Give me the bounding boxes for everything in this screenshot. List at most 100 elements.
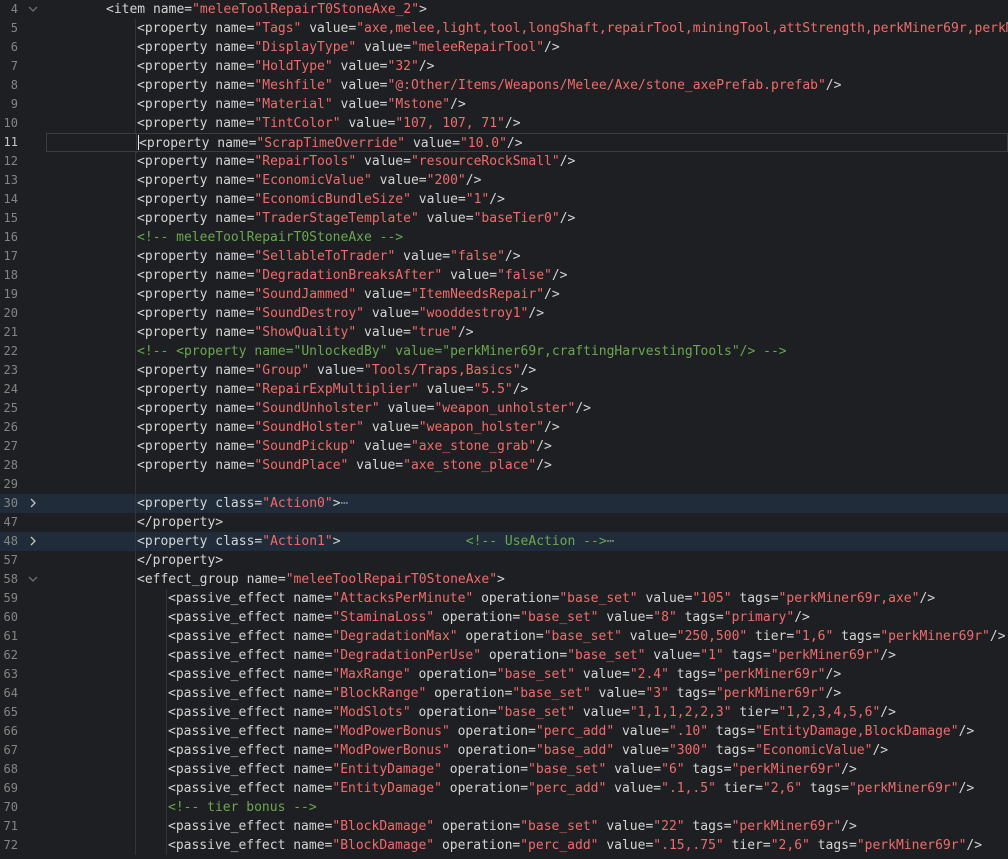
code-line[interactable]: 67 <passive_effect name="ModPowerBonus" o… — [0, 741, 1008, 760]
code-line[interactable]: 57 </property> — [0, 551, 1008, 570]
code-area[interactable] — [46, 475, 1008, 494]
code-area[interactable]: <property name="Group" value="Tools/Trap… — [46, 361, 1008, 380]
code-area[interactable]: <passive_effect name="EntityDamage" oper… — [46, 779, 1008, 798]
xml-string-token: "base_set" — [543, 629, 622, 644]
code-line[interactable]: 6 <property name="DisplayType" value="mel… — [0, 38, 1008, 57]
code-line[interactable]: 29 — [0, 475, 1008, 494]
code-line[interactable]: 59 <passive_effect name="AttacksPerMinute… — [0, 589, 1008, 608]
code-area[interactable]: <passive_effect name="MaxRange" operatio… — [46, 665, 1008, 684]
code-area[interactable]: <passive_effect name="ModPowerBonus" ope… — [46, 722, 1008, 741]
code-line[interactable]: 47 </property> — [0, 513, 1008, 532]
code-area[interactable]: <property name="SoundPlace" value="axe_s… — [46, 456, 1008, 475]
code-area[interactable]: </property> — [46, 513, 1008, 532]
code-line[interactable]: 27 <property name="SoundPickup" value="ax… — [0, 437, 1008, 456]
code-line[interactable]: 66 <passive_effect name="ModPowerBonus" o… — [0, 722, 1008, 741]
code-line[interactable]: 71 <passive_effect name="BlockDamage" ope… — [0, 817, 1008, 836]
code-line[interactable]: 24 <property name="RepairExpMultiplier" v… — [0, 380, 1008, 399]
code-area[interactable]: <property name="ScrapTimeOverride" value… — [46, 133, 1008, 153]
code-area[interactable]: <property name="Meshfile" value="@:Other… — [46, 76, 1008, 95]
code-line[interactable]: 12 <property name="RepairTools" value="re… — [0, 152, 1008, 171]
code-area[interactable]: <property name="DisplayType" value="mele… — [46, 38, 1008, 57]
code-line[interactable]: 21 <property name="ShowQuality" value="tr… — [0, 323, 1008, 342]
code-line[interactable]: 60 <passive_effect name="StaminaLoss" ope… — [0, 608, 1008, 627]
code-line[interactable]: 28 <property name="SoundPlace" value="axe… — [0, 456, 1008, 475]
code-area[interactable]: <property name="TintColor" value="107, 1… — [46, 114, 1008, 133]
line-number: 11 — [3, 135, 18, 149]
code-line[interactable]: 25 <property name="SoundUnholster" value=… — [0, 399, 1008, 418]
code-line[interactable]: 9 <property name="Material" value="Mstone… — [0, 95, 1008, 114]
code-area[interactable]: <property name="SoundPickup" value="axe_… — [46, 437, 1008, 456]
code-line[interactable]: 15 <property name="TraderStageTemplate" v… — [0, 209, 1008, 228]
code-area[interactable]: <passive_effect name="BlockDamage" opera… — [46, 817, 1008, 836]
fold-chevron-down-icon[interactable] — [26, 570, 40, 589]
code-area[interactable]: <property name="SoundHolster" value="wea… — [46, 418, 1008, 437]
code-area[interactable]: <passive_effect name="EntityDamage" oper… — [46, 760, 1008, 779]
xml-string-token: "base_set" — [520, 610, 599, 625]
code-line[interactable]: 26 <property name="SoundHolster" value="w… — [0, 418, 1008, 437]
code-line[interactable]: 72 <passive_effect name="BlockDamage" ope… — [0, 836, 1008, 855]
code-area[interactable]: <property class="Action0">⋯ — [46, 494, 1008, 513]
code-line[interactable]: 22 <!-- <property name="UnlockedBy" value… — [0, 342, 1008, 361]
code-area[interactable]: <passive_effect name="ModPowerBonus" ope… — [46, 741, 1008, 760]
fold-ellipsis-icon[interactable]: ⋯ — [341, 496, 349, 511]
code-area[interactable]: <property name="SoundUnholster" value="w… — [46, 399, 1008, 418]
code-editor[interactable]: 4 <item name="meleeToolRepairT0StoneAxe_2… — [0, 0, 1008, 859]
code-line[interactable]: 16 <!-- meleeToolRepairT0StoneAxe --> — [0, 228, 1008, 247]
code-area[interactable]: <property name="Tags" value="axe,melee,l… — [46, 19, 1008, 38]
code-line[interactable]: 65 <passive_effect name="ModSlots" operat… — [0, 703, 1008, 722]
code-area[interactable]: <passive_effect name="BlockRange" operat… — [46, 684, 1008, 703]
code-area[interactable]: <property name="SellableToTrader" value=… — [46, 247, 1008, 266]
code-area[interactable]: <property name="DegradationBreaksAfter" … — [46, 266, 1008, 285]
code-area[interactable]: <passive_effect name="DegradationMax" op… — [46, 627, 1008, 646]
code-line[interactable]: 7 <property name="HoldType" value="32"/> — [0, 57, 1008, 76]
code-line[interactable]: 5 <property name="Tags" value="axe,melee,… — [0, 19, 1008, 38]
code-area[interactable]: <property name="ShowQuality" value="true… — [46, 323, 1008, 342]
code-area[interactable]: <property name="HoldType" value="32"/> — [46, 57, 1008, 76]
code-line[interactable]: 48 <property class="Action1"> <!-- UseAct… — [0, 532, 1008, 551]
code-area[interactable]: <property class="Action1"> <!-- UseActio… — [46, 532, 1008, 551]
code-area[interactable]: <passive_effect name="BlockDamage" opera… — [46, 836, 1008, 855]
fold-chevron-down-icon[interactable] — [26, 0, 40, 19]
code-line[interactable]: 19 <property name="SoundJammed" value="It… — [0, 285, 1008, 304]
code-area[interactable]: <passive_effect name="DegradationPerUse"… — [46, 646, 1008, 665]
code-area[interactable]: </property> — [46, 551, 1008, 570]
code-line[interactable]: 30 <property class="Action0">⋯ — [0, 494, 1008, 513]
code-area[interactable]: <item name="meleeToolRepairT0StoneAxe_2"… — [46, 0, 1008, 19]
code-area[interactable]: <property name="RepairExpMultiplier" val… — [46, 380, 1008, 399]
code-line[interactable]: 63 <passive_effect name="MaxRange" operat… — [0, 665, 1008, 684]
code-area[interactable]: <!-- meleeToolRepairT0StoneAxe --> — [46, 228, 1008, 247]
code-line[interactable]: 58 <effect_group name="meleeToolRepairT0S… — [0, 570, 1008, 589]
code-line[interactable]: 62 <passive_effect name="DegradationPerUs… — [0, 646, 1008, 665]
code-line[interactable]: 11 <property name="ScrapTimeOverride" val… — [0, 133, 1008, 153]
code-line[interactable]: 13 <property name="EconomicValue" value="… — [0, 171, 1008, 190]
code-area[interactable]: <property name="TraderStageTemplate" val… — [46, 209, 1008, 228]
code-area[interactable]: <property name="EconomicBundleSize" valu… — [46, 190, 1008, 209]
fold-ellipsis-icon[interactable]: ⋯ — [607, 534, 615, 549]
code-line[interactable]: 68 <passive_effect name="EntityDamage" op… — [0, 760, 1008, 779]
code-line[interactable]: 10 <property name="TintColor" value="107,… — [0, 114, 1008, 133]
code-line[interactable]: 69 <passive_effect name="EntityDamage" op… — [0, 779, 1008, 798]
code-area[interactable]: <passive_effect name="AttacksPerMinute" … — [46, 589, 1008, 608]
code-line[interactable]: 8 <property name="Meshfile" value="@:Othe… — [0, 76, 1008, 95]
code-area[interactable]: <property name="SoundDestroy" value="woo… — [46, 304, 1008, 323]
code-line[interactable]: 61 <passive_effect name="DegradationMax" … — [0, 627, 1008, 646]
code-area[interactable]: <!-- <property name="UnlockedBy" value="… — [46, 342, 1008, 361]
code-line[interactable]: 18 <property name="DegradationBreaksAfter… — [0, 266, 1008, 285]
fold-chevron-right-icon[interactable] — [26, 532, 40, 551]
code-area[interactable]: <property name="SoundJammed" value="Item… — [46, 285, 1008, 304]
code-area[interactable]: <passive_effect name="ModSlots" operatio… — [46, 703, 1008, 722]
code-area[interactable]: <passive_effect name="StaminaLoss" opera… — [46, 608, 1008, 627]
code-area[interactable]: <property name="RepairTools" value="reso… — [46, 152, 1008, 171]
code-line[interactable]: 64 <passive_effect name="BlockRange" oper… — [0, 684, 1008, 703]
fold-chevron-right-icon[interactable] — [26, 494, 40, 513]
code-line[interactable]: 4 <item name="meleeToolRepairT0StoneAxe_2… — [0, 0, 1008, 19]
code-area[interactable]: <property name="Material" value="Mstone"… — [46, 95, 1008, 114]
code-line[interactable]: 23 <property name="Group" value="Tools/Tr… — [0, 361, 1008, 380]
code-line[interactable]: 20 <property name="SoundDestroy" value="w… — [0, 304, 1008, 323]
code-area[interactable]: <property name="EconomicValue" value="20… — [46, 171, 1008, 190]
code-line[interactable]: 17 <property name="SellableToTrader" valu… — [0, 247, 1008, 266]
code-line[interactable]: 14 <property name="EconomicBundleSize" va… — [0, 190, 1008, 209]
code-area[interactable]: <effect_group name="meleeToolRepairT0Sto… — [46, 570, 1008, 589]
code-line[interactable]: 70 <!-- tier bonus --> — [0, 798, 1008, 817]
code-area[interactable]: <!-- tier bonus --> — [46, 798, 1008, 817]
